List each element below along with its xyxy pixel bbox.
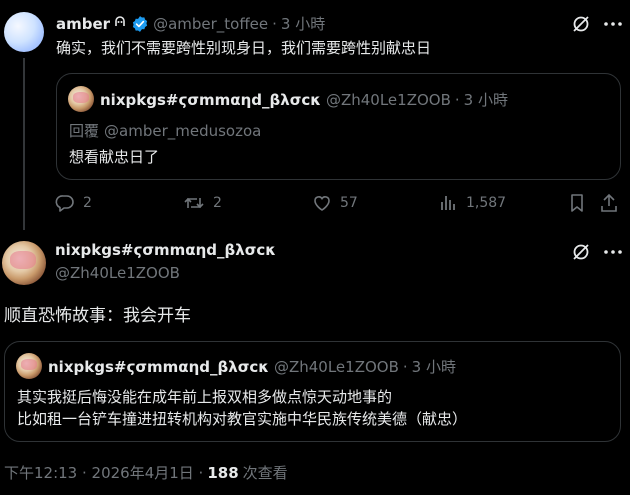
author-handle[interactable]: @Zh40Le1ZOOB [55, 264, 180, 282]
avatar [68, 86, 94, 112]
heart-icon [312, 193, 332, 213]
reply-prefix: 回覆 [69, 122, 100, 140]
reply-to-handle[interactable]: @amber_medusozoa [104, 122, 261, 140]
separator-dot: · [454, 90, 460, 109]
grok-icon[interactable] [571, 242, 591, 266]
reply-context: 回覆 @amber_medusozoa [69, 120, 261, 141]
share-icon[interactable] [599, 192, 619, 218]
more-icon[interactable] [602, 14, 624, 38]
reply-icon [55, 193, 75, 213]
like-button[interactable]: 57 [312, 193, 358, 213]
like-count: 57 [340, 195, 358, 211]
avatar[interactable] [4, 12, 44, 52]
views-label: 次查看 [242, 464, 288, 482]
tweet-time[interactable]: 3 小時 [281, 13, 325, 34]
reply-button[interactable]: 2 [55, 193, 92, 213]
quoted-tweet-header: nixpkgs#ϛσmmαηd_βλσϲκ @Zh40Le1ZOOB · 3 小… [48, 356, 456, 377]
views-count: 188 [207, 463, 239, 482]
tweet-text: 顺直恐怖故事：我会开车 [4, 306, 191, 326]
author-handle: @Zh40Le1ZOOB [325, 90, 451, 109]
separator-dot: · [402, 357, 408, 376]
tweet-header: amber @amber_toffee · 3 小時 [56, 13, 325, 34]
reply-count: 2 [83, 195, 92, 211]
retweet-count: 2 [213, 195, 222, 211]
grok-icon[interactable] [571, 14, 591, 38]
quoted-tweet-text-line-2: 比如租一台铲车撞进扭转机构对教官实施中华民族传统美德（献忠） [17, 410, 468, 428]
tweet-time: 3 小時 [411, 358, 456, 376]
author-name-text: nixpkgs#ϛσmmαηd_βλσϲκ [55, 241, 276, 259]
quoted-tweet[interactable]: nixpkgs#ϛσmmαηd_βλσϲκ @Zh40Le1ZOOB · 3 小… [4, 341, 621, 442]
separator-dot: · [272, 14, 277, 33]
quoted-tweet-text: 想看献忠日了 [69, 148, 160, 166]
author-name: nixpkgs#ϛσmmαηd_βλσϲκ [100, 90, 321, 109]
tweet-time: 3 小時 [463, 91, 508, 109]
more-icon[interactable] [602, 242, 624, 266]
analytics-icon [440, 193, 458, 213]
author-name[interactable]: amber [56, 15, 110, 33]
retweet-icon [183, 193, 205, 213]
author-handle[interactable]: @amber_toffee [153, 15, 268, 33]
views-button[interactable]: 1,587 [440, 193, 506, 213]
avatar[interactable] [2, 241, 46, 285]
tweet-meta: 下午12:13 · 2026年4月1日 · 188 次查看 [4, 462, 288, 483]
avatar [16, 353, 42, 379]
quoted-tweet-header: nixpkgs#ϛσmmαηd_βλσϲκ @Zh40Le1ZOOB · 3 小… [100, 89, 508, 110]
retweet-button[interactable]: 2 [183, 193, 222, 213]
author-name: nixpkgs#ϛσmmαηd_βλσϲκ [48, 357, 269, 376]
accessibility-icon [113, 15, 127, 33]
verified-badge-icon [131, 15, 149, 33]
timestamp[interactable]: 下午12:13 · 2026年4月1日 · [4, 462, 203, 483]
author-handle: @Zh40Le1ZOOB [273, 357, 399, 376]
quoted-tweet-text-line-1: 其实我挺后悔没能在成年前上报双相多做点惊天动地事的 [17, 388, 393, 406]
author-name[interactable]: nixpkgs#ϛσmmαηd_βλσϲκ [55, 241, 276, 259]
view-count: 1,587 [466, 195, 507, 211]
bookmark-icon[interactable] [568, 193, 586, 217]
thread-connector-line [23, 58, 25, 230]
quoted-tweet[interactable]: nixpkgs#ϛσmmαηd_βλσϲκ @Zh40Le1ZOOB · 3 小… [56, 73, 621, 180]
tweet-text: 确实，我们不需要跨性别现身日，我们需要跨性别献忠日 [56, 39, 432, 57]
